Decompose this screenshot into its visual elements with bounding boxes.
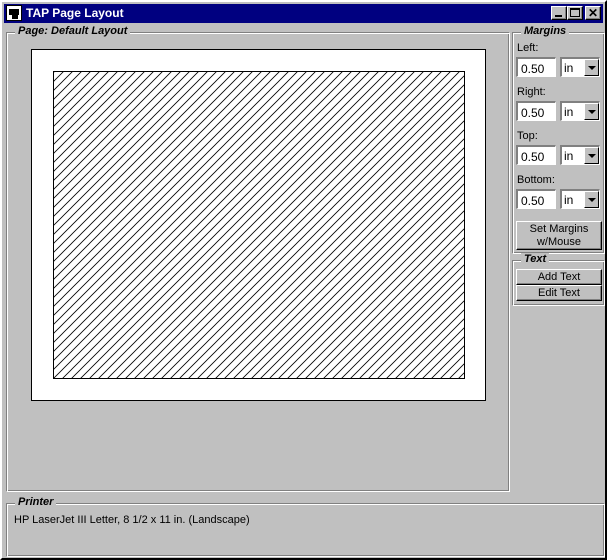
page-group: Page: Default Layout [6,25,510,492]
app-icon[interactable] [6,5,22,21]
margins-group-label: Margins [521,25,570,37]
minimize-icon [555,15,562,17]
edit-text-button[interactable]: Edit Text [516,285,602,301]
chevron-down-icon[interactable] [584,147,599,164]
maximize-icon [570,8,580,17]
top-margin-unit-select[interactable]: in [560,145,600,165]
title-bar[interactable]: TAP Page Layout ✕ [4,4,603,23]
printable-area[interactable] [53,71,465,379]
top-margin-unit-value: in [564,149,574,163]
set-margins-with-mouse-button[interactable]: Set Margins w/Mouse [516,221,602,250]
bottom-margin-unit-select[interactable]: in [560,189,600,209]
add-text-button[interactable]: Add Text [516,269,602,285]
window-title: TAP Page Layout [26,6,124,20]
left-margin-unit-select[interactable]: in [560,57,600,77]
printer-description: HP LaserJet III Letter, 8 1/2 x 11 in. (… [14,514,250,526]
set-margins-label-line2: w/Mouse [536,236,582,248]
left-margin-input[interactable]: 0.50 [516,57,556,77]
left-margin-unit-value: in [564,61,574,75]
right-margin-label: Right: [517,86,546,98]
chevron-down-icon[interactable] [584,103,599,120]
page-group-label: Page: Default Layout [15,25,131,37]
set-margins-label-line1: Set Margins [529,223,589,235]
top-margin-label: Top: [517,130,538,142]
right-margin-unit-select[interactable]: in [560,101,600,121]
right-margin-input[interactable]: 0.50 [516,101,556,121]
app-window: TAP Page Layout ✕ Page: Default Layout M… [0,0,607,560]
left-margin-label: Left: [517,42,539,54]
chevron-down-icon[interactable] [584,59,599,76]
text-group-label: Text [521,253,550,265]
chevron-down-icon[interactable] [584,191,599,208]
close-icon: ✕ [587,6,599,20]
margins-group: Margins Left: 0.50 in Right: 0.50 in Top… [512,25,605,254]
hatch-pattern [54,72,464,378]
minimize-button[interactable] [551,6,567,20]
close-button[interactable]: ✕ [585,6,601,20]
top-margin-input[interactable]: 0.50 [516,145,556,165]
printer-group: Printer HP LaserJet III Letter, 8 1/2 x … [6,496,605,557]
maximize-button[interactable] [567,6,583,20]
page-sheet[interactable] [31,49,486,401]
bottom-margin-input[interactable]: 0.50 [516,189,556,209]
right-margin-unit-value: in [564,105,574,119]
text-group: Text Add Text Edit Text [512,253,605,306]
printer-group-label: Printer [15,496,57,508]
bottom-margin-label: Bottom: [517,174,555,186]
bottom-margin-unit-value: in [564,193,574,207]
